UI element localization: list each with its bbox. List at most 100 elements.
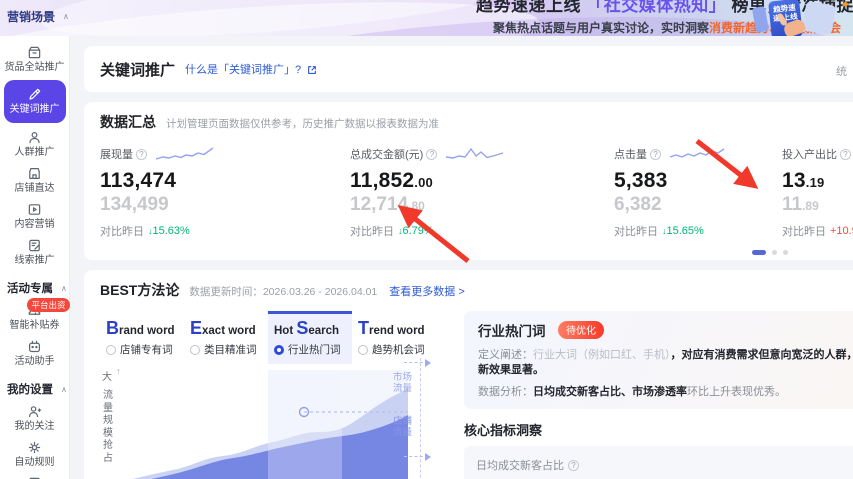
sidebar-section-label: 活动专属 — [7, 283, 53, 295]
banner-headline-highlight: 「社交媒体热知」 — [586, 0, 727, 15]
sidebar-section-settings[interactable]: 我的设置 ∧ — [7, 381, 67, 397]
metric-value: 11,852.00 — [350, 169, 433, 192]
pencil-icon — [29, 88, 41, 100]
dashed-divider — [420, 358, 421, 479]
sidebar-item-full-site-promo[interactable]: 货品全站推广 — [2, 45, 68, 74]
sidebar-item-label: 自动规则 — [14, 457, 55, 468]
sidebar-item-keyword-promo[interactable]: 关键词推广 — [3, 80, 66, 123]
star-icon: ✦ — [840, 0, 851, 12]
clipped-corner-text: 统 — [836, 66, 847, 78]
carousel-dots — [752, 250, 788, 255]
best-methodology-card: BEST方法论 数据更新时间：2026.03.26 - 2026.04.01 查… — [84, 270, 853, 479]
carousel-dot[interactable] — [783, 250, 788, 255]
sidebar-nav: 货品全站推广 关键词推广 人群推广 店铺直达 内容营销 线索推广 活动专属 ∧ … — [0, 36, 70, 479]
chevron-up-icon: ∧ — [63, 12, 69, 21]
help-icon[interactable]: ? — [136, 148, 147, 160]
sidebar-item-label: 线索推广 — [14, 255, 55, 266]
top-banner[interactable]: 趋势速递上线 「社交媒体热知」 榜单，精准捕捉 聚焦热点话题与用户真实讨论，实时… — [0, 0, 853, 36]
box-icon — [28, 46, 41, 59]
sidebar-item-lead-promo[interactable]: 线索推广 — [2, 238, 68, 267]
metric-impressions: 展现量 ? 113,474 134,499 对比昨日 ↓15.63% — [100, 145, 350, 239]
data-update-time: 数据更新时间：2026.03.26 - 2026.04.01 — [189, 286, 378, 298]
sidebar-item-content-marketing[interactable]: 内容营销 — [2, 202, 68, 231]
summary-note: 计划管理页面数据仅供参考，历史推广数据以报表数据为准 — [166, 118, 439, 130]
chevron-up-icon: ∧ — [61, 384, 67, 394]
metric-label: 展现量 — [100, 149, 133, 161]
carousel-dot-active[interactable] — [752, 250, 766, 255]
change-value: ↓15.63% — [148, 225, 190, 237]
tab-trend-word[interactable]: Trend word 趋势机会词 — [352, 311, 436, 364]
view-more-data-link[interactable]: 查看更多数据 > — [389, 283, 464, 299]
y-axis-label: 流量规模抢占 — [103, 390, 113, 464]
radio-icon[interactable] — [106, 344, 116, 355]
metric-gmv: 总成交金额(元) ? 11,852.00 12,714.80 对比昨日 ↓6.79… — [350, 145, 614, 239]
platform-funded-badge: 平台出资 — [27, 298, 70, 312]
tab-brand-word[interactable]: Brand word 店铺专有词 — [100, 311, 184, 364]
change-value: ↓15.65% — [662, 225, 704, 237]
carousel-dot[interactable] — [772, 250, 777, 255]
sidebar-item-audience-promo[interactable]: 人群推广 — [2, 130, 68, 159]
metric-prev-value: 6,382 — [614, 194, 662, 215]
sidebar-item-label: 关键词推广 — [9, 104, 60, 115]
metric-clicks: 点击量 ? 5,383 6,382 对比昨日 ↓15.65% — [614, 145, 782, 239]
sidebar: 营销场景 ∧ 货品全站推广 关键词推广 人群推广 店铺直达 内容营销 线索推广 … — [0, 0, 70, 479]
sidebar-section-label: 我的设置 — [7, 384, 53, 396]
help-icon[interactable]: ? — [568, 459, 579, 471]
to-optimize-badge: 待优化 — [557, 321, 604, 339]
market-traffic-label: 市场流量 — [393, 372, 413, 394]
sidebar-item-label: 智能补贴券 — [9, 320, 60, 331]
sidebar-item-shop-direct[interactable]: 店铺直达 — [2, 166, 68, 195]
best-left-column: Brand word 店铺专有词 Exact word 类目精准词 Hot Se… — [100, 311, 450, 479]
sparkline — [155, 147, 214, 160]
banner-card-shape — [751, 6, 770, 33]
person-plus-icon — [29, 406, 42, 418]
sidebar-section-activity[interactable]: 活动专属 ∧ — [7, 280, 67, 296]
metric-prev-value: 12,714.80 — [350, 194, 425, 215]
sidebar-item-label: 活动助手 — [14, 356, 55, 367]
person-icon — [29, 132, 40, 144]
help-icon[interactable]: ? — [650, 148, 661, 160]
sidebar-item-label: 内容营销 — [14, 219, 55, 230]
what-is-keyword-promo-link[interactable]: 什么是「关键词推广」? — [185, 61, 301, 77]
page-title: 关键词推广 — [100, 61, 176, 79]
core-insight-title: 核心指标洞察 — [464, 423, 543, 438]
tab-exact-word[interactable]: Exact word 类目精准词 — [184, 311, 268, 364]
core-insight-card: 日均成交新客占比 ? 39.83% 环比 -5.25% ? 同行同层均值 34.… — [464, 446, 853, 479]
hot-words-panel: 行业热门词 待优化 定义阐述：行业大词（例如口红、手机），对应有消费需求但意向宽… — [464, 311, 853, 409]
banner-subline-prefix: 聚焦热点话题与用户真实讨论，实时洞察 — [493, 21, 710, 35]
metric-label: 投入产出比 — [782, 149, 837, 161]
page-header-card: 关键词推广 什么是「关键词推广」? 统 — [84, 46, 853, 92]
sidebar-section-marketing[interactable]: 营销场景 ∧ — [7, 8, 69, 25]
best-right-column: 行业热门词 待优化 定义阐述：行业大词（例如口红、手机），对应有消费需求但意向宽… — [464, 311, 853, 479]
axis-max-label: 大 — [102, 372, 112, 383]
metrics-row: 展现量 ? 113,474 134,499 对比昨日 ↓15.63% 总成交金额(… — [100, 145, 853, 239]
banner-headline-prefix: 趋势速递上线 — [476, 0, 587, 15]
change-value: ↓6.79% — [398, 225, 434, 237]
help-icon[interactable]: ? — [840, 148, 851, 160]
banner-illustration: 趋势速递 上线 — [748, 0, 853, 36]
sidebar-item-label: 人群推广 — [14, 147, 55, 158]
sidebar-item-label: 店铺直达 — [14, 183, 55, 194]
tab-hot-search[interactable]: Hot Search 行业热门词 — [268, 311, 352, 364]
radio-icon[interactable] — [190, 344, 200, 355]
help-icon[interactable]: ? — [426, 148, 438, 160]
sidebar-item-label: 我的关注 — [14, 421, 55, 432]
radio-checked-icon[interactable] — [274, 344, 284, 355]
gear-icon — [28, 441, 41, 454]
external-link-icon[interactable] — [306, 63, 318, 75]
sidebar-item-smart-subsidy[interactable]: 平台出资 智能补贴券 — [2, 298, 70, 332]
video-play-icon — [28, 204, 41, 215]
sidebar-item-activity-helper[interactable]: 活动助手 — [2, 339, 68, 368]
metric-roi: 投入产出比 ? 13.19 11.89 对比昨日 +10.93% — [782, 145, 853, 239]
data-summary-card: 数据汇总 计划管理页面数据仅供参考，历史推广数据以报表数据为准 展现量 ? 11… — [84, 102, 853, 260]
metric-prev-value: 11.89 — [782, 194, 819, 215]
sidebar-item-auto-rules[interactable]: 自动规则 — [2, 440, 68, 469]
compare-label: 对比昨日 — [614, 226, 658, 238]
robot-helper-icon — [29, 340, 40, 353]
document-pen-icon — [29, 239, 40, 252]
sidebar-item-my-follows[interactable]: 我的关注 — [2, 404, 68, 433]
metric-value: 13.19 — [782, 169, 825, 192]
sparkline — [669, 148, 725, 158]
radio-icon[interactable] — [358, 344, 368, 355]
trend-arrow-icon — [404, 359, 431, 367]
